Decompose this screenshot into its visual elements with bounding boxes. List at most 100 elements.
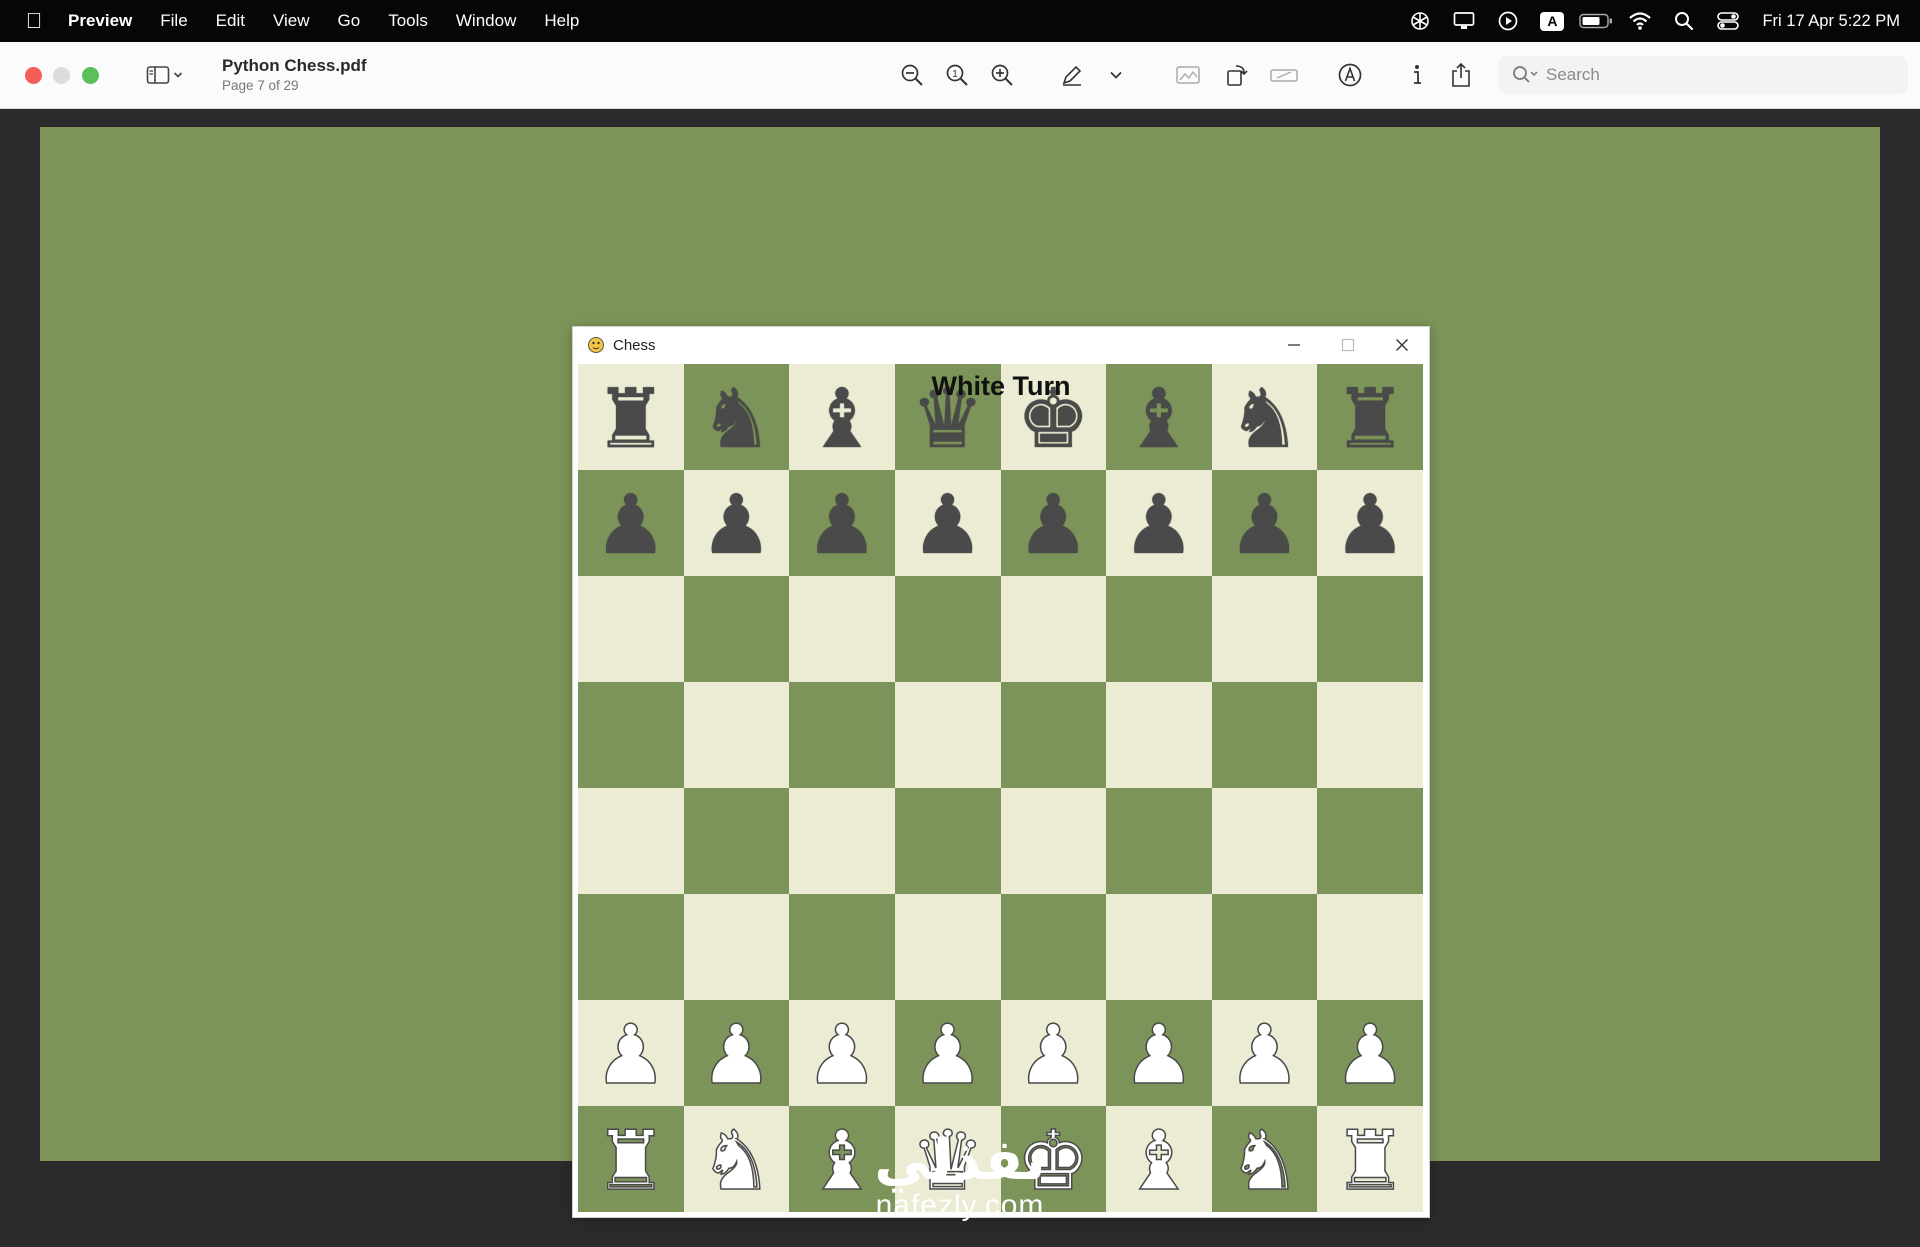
window-minimize-button[interactable]: [53, 67, 70, 84]
square-h7[interactable]: ♟: [1317, 470, 1423, 576]
spotlight-search-icon[interactable]: [1662, 0, 1706, 42]
square-g4[interactable]: [1211, 788, 1318, 894]
square-a3[interactable]: [578, 894, 684, 1000]
square-g2[interactable]: ♟: [1211, 1000, 1318, 1106]
square-e7[interactable]: ♟: [1000, 470, 1107, 576]
square-g7[interactable]: ♟: [1211, 470, 1318, 576]
menubar-clock[interactable]: Fri 17 Apr 5:22 PM: [1750, 12, 1920, 31]
chess-close-button[interactable]: [1375, 327, 1429, 363]
white-knight-icon[interactable]: ♞: [699, 1120, 774, 1204]
white-knight-icon[interactable]: ♞: [1227, 1120, 1302, 1204]
square-f2[interactable]: ♟: [1106, 1000, 1212, 1106]
black-pawn-icon[interactable]: ♟: [1333, 485, 1407, 567]
square-d8[interactable]: ♛: [894, 364, 1001, 470]
square-c2[interactable]: ♟: [789, 1000, 895, 1106]
battery-icon[interactable]: [1574, 0, 1618, 42]
square-b8[interactable]: ♞: [683, 364, 790, 470]
annotate-button[interactable]: [1332, 58, 1368, 92]
square-e5[interactable]: [1000, 682, 1107, 788]
apple-menu-icon[interactable]: : [0, 0, 68, 42]
square-b4[interactable]: [683, 788, 790, 894]
black-rook-icon[interactable]: ♜: [594, 379, 668, 461]
chess-minimize-button[interactable]: [1267, 327, 1321, 363]
white-pawn-icon[interactable]: ♟: [1016, 1014, 1091, 1098]
square-a4[interactable]: [578, 788, 684, 894]
square-a6[interactable]: [578, 576, 684, 682]
square-h8[interactable]: ♜: [1317, 364, 1423, 470]
black-pawn-icon[interactable]: ♟: [700, 485, 774, 567]
square-h5[interactable]: [1317, 682, 1423, 788]
square-a1[interactable]: ♜: [578, 1106, 684, 1212]
square-d4[interactable]: [894, 788, 1001, 894]
square-f5[interactable]: [1106, 682, 1212, 788]
menu-view[interactable]: View: [259, 11, 324, 31]
share-button[interactable]: [1443, 58, 1479, 92]
square-b6[interactable]: [683, 576, 790, 682]
menu-window[interactable]: Window: [442, 11, 530, 31]
zoom-out-button[interactable]: [894, 58, 930, 92]
square-f1[interactable]: ♝: [1106, 1106, 1212, 1212]
square-a8[interactable]: ♜: [578, 364, 684, 470]
black-pawn-icon[interactable]: ♟: [594, 485, 668, 567]
square-h1[interactable]: ♜: [1317, 1106, 1423, 1212]
square-b5[interactable]: [683, 682, 790, 788]
menu-tools[interactable]: Tools: [374, 11, 442, 31]
square-g5[interactable]: [1211, 682, 1318, 788]
search-field[interactable]: Search: [1498, 56, 1908, 94]
square-c7[interactable]: ♟: [789, 470, 895, 576]
black-knight-icon[interactable]: ♞: [1228, 379, 1302, 461]
document-name[interactable]: Python Chess.pdf: [222, 56, 367, 76]
menu-edit[interactable]: Edit: [202, 11, 259, 31]
square-e3[interactable]: [1000, 894, 1107, 1000]
square-g3[interactable]: [1211, 894, 1318, 1000]
highlight-button[interactable]: [1054, 58, 1090, 92]
square-a7[interactable]: ♟: [578, 470, 684, 576]
square-c3[interactable]: [789, 894, 895, 1000]
wifi-icon[interactable]: [1618, 0, 1662, 42]
rotate-button[interactable]: [1218, 58, 1254, 92]
openai-icon[interactable]: [1398, 0, 1442, 42]
square-b7[interactable]: ♟: [683, 470, 790, 576]
square-e4[interactable]: [1000, 788, 1107, 894]
zoom-in-button[interactable]: [984, 58, 1020, 92]
black-queen-icon[interactable]: ♛: [911, 379, 985, 461]
black-bishop-icon[interactable]: ♝: [805, 379, 879, 461]
black-pawn-icon[interactable]: ♟: [1122, 485, 1196, 567]
square-g6[interactable]: [1211, 576, 1318, 682]
input-source-icon[interactable]: A: [1530, 0, 1574, 42]
square-a5[interactable]: [578, 682, 684, 788]
white-rook-icon[interactable]: ♜: [1333, 1120, 1408, 1204]
menu-file[interactable]: File: [146, 11, 201, 31]
square-e8[interactable]: ♚: [1000, 364, 1107, 470]
square-h2[interactable]: ♟: [1317, 1000, 1423, 1106]
square-f3[interactable]: [1106, 894, 1212, 1000]
square-b3[interactable]: [683, 894, 790, 1000]
square-d2[interactable]: ♟: [894, 1000, 1001, 1106]
square-a2[interactable]: ♟: [578, 1000, 684, 1106]
black-king-icon[interactable]: ♚: [1017, 379, 1091, 461]
square-d5[interactable]: [894, 682, 1001, 788]
sidebar-toggle-button[interactable]: [138, 58, 190, 92]
play-icon[interactable]: [1486, 0, 1530, 42]
square-d6[interactable]: [894, 576, 1001, 682]
markup-shapes-button[interactable]: [1170, 58, 1206, 92]
window-close-button[interactable]: [25, 67, 42, 84]
black-pawn-icon[interactable]: ♟: [805, 485, 879, 567]
chess-maximize-button[interactable]: [1321, 327, 1375, 363]
black-bishop-icon[interactable]: ♝: [1122, 379, 1196, 461]
square-f8[interactable]: ♝: [1106, 364, 1212, 470]
square-d7[interactable]: ♟: [894, 470, 1001, 576]
actual-size-button[interactable]: 1: [939, 58, 975, 92]
square-h4[interactable]: [1317, 788, 1423, 894]
square-e6[interactable]: [1000, 576, 1107, 682]
square-f4[interactable]: [1106, 788, 1212, 894]
square-c6[interactable]: [789, 576, 895, 682]
square-b1[interactable]: ♞: [683, 1106, 790, 1212]
window-zoom-button[interactable]: [82, 67, 99, 84]
highlight-options-button[interactable]: [1098, 58, 1134, 92]
white-pawn-icon[interactable]: ♟: [699, 1014, 774, 1098]
menu-help[interactable]: Help: [530, 11, 593, 31]
square-g1[interactable]: ♞: [1211, 1106, 1318, 1212]
black-pawn-icon[interactable]: ♟: [1228, 485, 1302, 567]
black-pawn-icon[interactable]: ♟: [911, 485, 985, 567]
